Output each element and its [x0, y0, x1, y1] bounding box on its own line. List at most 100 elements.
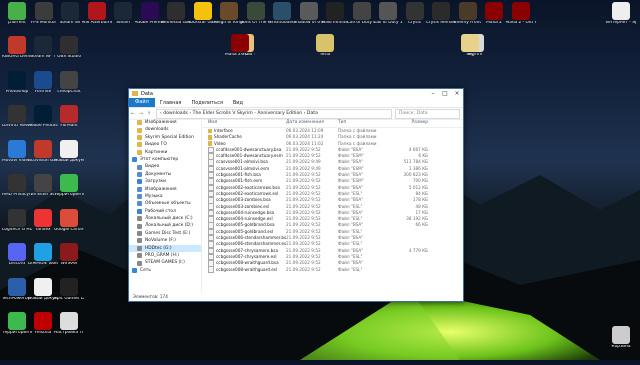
desktop-icon[interactable]: Steam WI	[55, 2, 85, 26]
desktop-icon-label: cheapChat	[57, 89, 81, 94]
desktop-icon[interactable]: Sons Of The Forest	[241, 2, 271, 26]
desktop-icon[interactable]: Новый документ	[54, 139, 84, 164]
nav-item[interactable]: PRO_GRAM (H:)	[129, 252, 201, 259]
explorer-window[interactable]: Data – □ × Файл Главная Поделиться Вид ←…	[128, 88, 464, 302]
title-bar[interactable]: Data – □ ×	[129, 89, 463, 98]
nav-item-label: Загрузки	[145, 179, 167, 185]
desktop-icon[interactable]: Enemy Front	[453, 2, 483, 26]
desktop-icon[interactable]: WinRAR	[54, 243, 84, 267]
desktop-icon[interactable]: Mafia 2	[479, 2, 509, 26]
address-path[interactable]: ‹ downloads › The Elder Scrolls V Skyrim…	[156, 108, 392, 119]
desktop-icon[interactable]: cheapChat	[54, 70, 84, 95]
column-type[interactable]: Тип	[338, 119, 388, 127]
nav-item[interactable]: Локальный диск (C:)	[129, 215, 201, 222]
desktop-icon-label: Enemy Front	[453, 21, 482, 25]
nav-item-label: Сеть	[140, 267, 151, 273]
folder-icon	[132, 268, 137, 273]
folder-icon	[137, 253, 142, 259]
desktop-icon[interactable]: Корзина	[606, 326, 636, 350]
nav-item[interactable]: Изображения	[129, 119, 201, 126]
tab-home[interactable]: Главная	[155, 100, 187, 106]
desktop-icon[interactable]: Mafia 2 - Old Time Radio	[225, 34, 255, 58]
desktop-icon[interactable]: Sky	[455, 34, 485, 58]
desktop-icon[interactable]: Bethesda Games L...	[161, 2, 191, 26]
folder-icon	[137, 142, 142, 148]
tab-share[interactable]: Поделиться	[186, 100, 227, 106]
desktop-icon[interactable]: Shadow of the...	[294, 2, 324, 26]
minimize-button[interactable]: –	[427, 90, 439, 97]
tab-view[interactable]: Вид	[228, 100, 248, 106]
nav-item[interactable]: Локальный диск (D:)	[129, 222, 201, 229]
desktop-icon[interactable]: Call of Duty 2	[347, 2, 377, 26]
desktop-icon[interactable]: Enshrouded	[267, 2, 297, 26]
back-arrow-icon[interactable]: ←	[129, 111, 137, 117]
desktop-icon[interactable]: Rockstar Games...	[188, 2, 218, 26]
nav-item[interactable]: Games Disc Test (E:)	[129, 230, 201, 237]
column-size[interactable]: Размер	[388, 119, 428, 127]
desktop-icon-label: Enshrouded	[269, 21, 295, 25]
app-icon	[612, 326, 630, 344]
app-icon	[60, 70, 78, 89]
desktop-icon[interactable]: µTorrent	[2, 2, 32, 26]
app-icon	[34, 174, 52, 192]
nav-item[interactable]: Музыка	[129, 193, 201, 200]
file-type: Файл "ESL"	[338, 266, 363, 272]
close-button[interactable]: ×	[451, 90, 463, 97]
desktop-icon[interactable]: Mafia 2 - Old Time Radio	[506, 2, 536, 26]
ribbon-tabs: Файл Главная Поделиться Вид	[129, 98, 463, 108]
desktop-icon-label: Территория Игрока	[54, 193, 84, 197]
desktop-icon[interactable]: Adobe Premiere P...	[135, 2, 165, 26]
nav-item[interactable]: Загрузки	[129, 178, 201, 185]
app-icon	[34, 36, 52, 54]
search-input[interactable]: Поиск: Data	[395, 108, 460, 119]
nav-item[interactable]: HDDtec (G:)	[129, 244, 201, 253]
nav-item[interactable]: Картинки	[129, 149, 201, 156]
desktop-icon[interactable]: Epic Games Launcher	[54, 277, 84, 302]
desktop-icon[interactable]: OBS Studio	[54, 36, 84, 60]
nav-item[interactable]: Объемные объекты	[129, 200, 201, 207]
nav-item[interactable]: Сеть	[129, 267, 201, 274]
desktop-icon-label: WinRAR	[60, 262, 78, 266]
nav-item[interactable]: downloads	[129, 126, 201, 133]
nav-item-label: Skyrim Special Edition	[145, 134, 194, 140]
app-icon	[34, 105, 52, 123]
folder-icon	[137, 134, 142, 140]
app-icon	[34, 312, 52, 330]
desktop-icon[interactable]: Steam	[108, 2, 138, 26]
app-icon	[326, 2, 344, 20]
nav-item[interactable]: Изображения	[129, 186, 201, 193]
desktop-icon[interactable]: Территория Игрока	[54, 174, 84, 198]
desktop-icon[interactable]: Crysis Remastered	[426, 2, 456, 26]
desktop-icon[interactable]: Google Chrome	[54, 208, 84, 233]
up-arrow-icon[interactable]: ↑	[145, 111, 153, 117]
desktop-icon[interactable]: MSI Afterburner	[82, 2, 112, 26]
nav-item[interactable]: Видео ГО	[129, 141, 201, 148]
nav-item[interactable]: NoVolume (F:)	[129, 237, 201, 244]
column-name[interactable]: Имя	[202, 119, 286, 127]
tab-file[interactable]: Файл	[129, 98, 155, 107]
nav-item-label: Картинки	[145, 149, 168, 155]
file-row[interactable]: ccbgssse008-wraithguard.esl 21.09.2022 9:…	[202, 266, 463, 273]
nav-item[interactable]: Документы	[129, 171, 201, 178]
forward-arrow-icon[interactable]: →	[137, 111, 145, 117]
desktop-icon[interactable]: FurMark	[54, 105, 84, 129]
app-icon	[8, 243, 26, 261]
nav-item[interactable]: Этот компьютер	[129, 156, 201, 163]
desktop-icon[interactable]: Crysis	[400, 2, 430, 26]
nav-item[interactable]: Skyrim Special Edition	[129, 134, 201, 141]
column-date[interactable]: Дата изменения	[286, 119, 338, 127]
desktop-icon[interactable]: Halo Infinite	[320, 2, 350, 26]
maximize-button[interactable]: □	[439, 90, 451, 97]
nav-item[interactable]: Видео	[129, 163, 201, 170]
folder-icon	[137, 120, 142, 126]
desktop-icon[interactable]: Call of Duty 1	[373, 2, 403, 26]
desktop-icon[interactable]: Reign of Kings	[214, 2, 244, 26]
desktop-icon-label: Reign of Kings	[214, 21, 244, 25]
desktop-icon[interactable]: Настройка The Elder...	[54, 312, 84, 336]
desktop-icon[interactable]: FPS Monitor	[29, 2, 59, 26]
nav-item[interactable]: STEAM GAMES (I:)	[129, 259, 201, 266]
desktop-icon[interactable]: Tesla	[310, 34, 340, 58]
desktop-icon[interactable]: Интернет - Ярлык	[606, 2, 636, 26]
nav-item[interactable]: Рабочий стол	[129, 208, 201, 215]
file-name: ccbgssse008-wraithguard.esl	[216, 266, 278, 272]
